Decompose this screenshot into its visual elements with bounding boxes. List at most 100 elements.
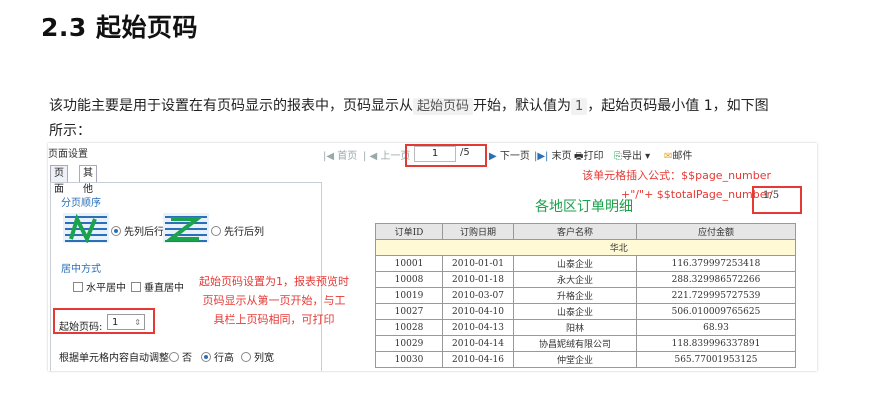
option-no-label: 否 <box>182 353 192 364</box>
cell-id: 10019 <box>375 287 443 304</box>
cell-customer: 山泰企业 <box>513 255 637 272</box>
col-order-id: 订单ID <box>375 223 443 240</box>
table-row: 10019 2010-03-07 升格企业 221.729995727539 <box>375 287 796 304</box>
table-row: 10001 2010-01-01 山泰企业 116.379997253418 <box>375 255 796 272</box>
section-heading: 2.3 起始页码 <box>41 13 198 42</box>
option-row-height[interactable]: 行高 <box>201 349 234 364</box>
table-row: 10030 2010-04-16 仲堂企业 565.77001953125 <box>375 351 796 368</box>
radio-row-first[interactable] <box>211 226 221 236</box>
export-label: 导出 <box>622 151 642 162</box>
cell-id: 10001 <box>375 255 443 272</box>
section-center: 居中方式 <box>61 264 101 275</box>
cell-id: 10029 <box>375 335 443 352</box>
tab-other[interactable]: 其他 <box>79 165 97 195</box>
option-col-width[interactable]: 列宽 <box>241 349 274 364</box>
last-page-icon: |▶| <box>534 151 552 162</box>
prev-page-button[interactable]: | ◀ 上一页 <box>363 147 410 162</box>
report-title: 各地区订单明细 <box>535 199 633 215</box>
cell-customer: 仲堂企业 <box>513 351 637 368</box>
row-first-order-icon <box>163 213 209 243</box>
cell-date: 2010-01-18 <box>442 271 514 288</box>
toolbar-page-highlight <box>405 144 487 167</box>
cell-id: 10027 <box>375 303 443 320</box>
cell-date: 2010-04-10 <box>442 303 514 320</box>
export-icon: ⎘ <box>614 151 622 162</box>
cell-id: 10008 <box>375 271 443 288</box>
option-no[interactable]: 否 <box>169 349 192 364</box>
table-header-row: 订单ID 订购日期 客户名称 应付金额 <box>375 223 796 240</box>
report-preview: 该单元格插入公式：$$page_number +"/"+ $$totalPage… <box>323 165 817 371</box>
col-amount: 应付金额 <box>636 223 796 240</box>
cell-date: 2010-04-13 <box>442 319 514 336</box>
last-page-label: 末页 <box>551 151 572 162</box>
group-label: 华北 <box>442 239 796 256</box>
cell-date: 2010-01-01 <box>442 255 514 272</box>
cell-amount: 565.77001953125 <box>636 351 796 368</box>
table-row: 10029 2010-04-14 协昌妮绒有限公司 118.839996337891 <box>375 335 796 352</box>
group-label-text: 华北 <box>609 244 628 254</box>
cell-amount: 221.729995727539 <box>636 287 796 304</box>
col-order-date: 订购日期 <box>442 223 514 240</box>
cell-amount: 116.379997253418 <box>636 255 796 272</box>
radio-col-width[interactable] <box>241 352 251 362</box>
cell-amount: 68.93 <box>636 319 796 336</box>
first-page-button[interactable]: |◀ 首页 <box>323 147 357 162</box>
cell-id: 10030 <box>375 351 443 368</box>
para-text-3: ，起始页码最小值 1，如下图 <box>587 98 769 114</box>
cell-amount: 288.329986572266 <box>636 271 796 288</box>
checkbox-h-center[interactable] <box>73 282 83 292</box>
dialog-title: 页面设置 <box>48 149 88 160</box>
last-page-button[interactable]: |▶| 末页 <box>534 147 572 162</box>
radio-col-first[interactable] <box>111 226 121 236</box>
section-pagination-order: 分页顺序 <box>61 198 101 209</box>
table-row: 10027 2010-04-10 山泰企业 506.010009765625 <box>375 303 796 320</box>
screenshot-figure: 页面设置 页面 其他 分页顺序 先列后行 先行后列 居中方式 水平居中 垂直居中… <box>48 143 817 371</box>
annotation-right-line-1: 该单元格插入公式：$$page_number <box>582 169 771 182</box>
option-row-first[interactable]: 先行后列 <box>211 223 264 238</box>
print-label: 打印 <box>583 151 604 162</box>
option-col-first-label: 先列后行 <box>124 227 164 238</box>
cell-customer: 升格企业 <box>513 287 637 304</box>
paragraph: 该功能主要是用于设置在有页码显示的报表中，页码显示从 起始页码 开始，默认值为 1 ，起… <box>49 96 769 117</box>
cell-customer: 永大企业 <box>513 271 637 288</box>
cell-date: 2010-04-14 <box>442 335 514 352</box>
para-text-2: 开始，默认值为 <box>473 98 572 114</box>
option-h-center[interactable]: 水平居中 <box>73 279 126 294</box>
option-v-center[interactable]: 垂直居中 <box>131 279 184 294</box>
first-page-label: 首页 <box>337 151 358 162</box>
page-setup-dialog: 页面设置 页面 其他 分页顺序 先列后行 先行后列 居中方式 水平居中 垂直居中… <box>48 143 349 371</box>
next-page-button[interactable]: ▶ 下一页 <box>489 147 530 162</box>
table-row: 10008 2010-01-18 永大企业 288.329986572266 <box>375 271 796 288</box>
group-cell-empty <box>375 239 443 256</box>
print-button[interactable]: 🖶打印 <box>574 147 603 166</box>
option-col-width-label: 列宽 <box>254 353 274 364</box>
group-row: 华北 <box>375 239 796 256</box>
radio-no[interactable] <box>169 352 179 362</box>
first-page-icon: |◀ <box>323 151 338 162</box>
orders-table: 订单ID 订购日期 客户名称 应付金额 华北 10001 2010-01-01 山泰… <box>375 223 796 368</box>
inline-code-default: 1 <box>571 98 588 115</box>
cell-amount: 118.839996337891 <box>636 335 796 352</box>
checkbox-v-center[interactable] <box>131 282 141 292</box>
page-indicator-highlight <box>752 186 802 214</box>
inline-code-start-page: 起始页码 <box>413 98 474 115</box>
cell-id: 10028 <box>375 319 443 336</box>
paragraph-line-2: 所示： <box>49 123 91 139</box>
start-page-highlight <box>53 308 155 334</box>
chevron-down-icon: ▾ <box>642 151 651 162</box>
next-page-icon: ▶ <box>489 151 500 162</box>
mail-button[interactable]: ✉邮件 <box>664 147 692 162</box>
autofit-label: 根据单元格内容自动调整 <box>59 353 169 364</box>
cell-customer: 阳林 <box>513 319 637 336</box>
export-button[interactable]: ⎘导出 ▾ <box>614 147 650 162</box>
tab-page[interactable]: 页面 <box>50 165 68 195</box>
option-row-first-label: 先行后列 <box>224 227 264 238</box>
mail-label: 邮件 <box>672 151 693 162</box>
col-customer: 客户名称 <box>513 223 637 240</box>
cell-amount: 506.010009765625 <box>636 303 796 320</box>
cell-customer: 山泰企业 <box>513 303 637 320</box>
radio-row-height[interactable] <box>201 352 211 362</box>
para-text-1: 该功能主要是用于设置在有页码显示的报表中，页码显示从 <box>49 98 413 114</box>
option-col-first[interactable]: 先列后行 <box>111 223 164 238</box>
cell-date: 2010-04-16 <box>442 351 514 368</box>
